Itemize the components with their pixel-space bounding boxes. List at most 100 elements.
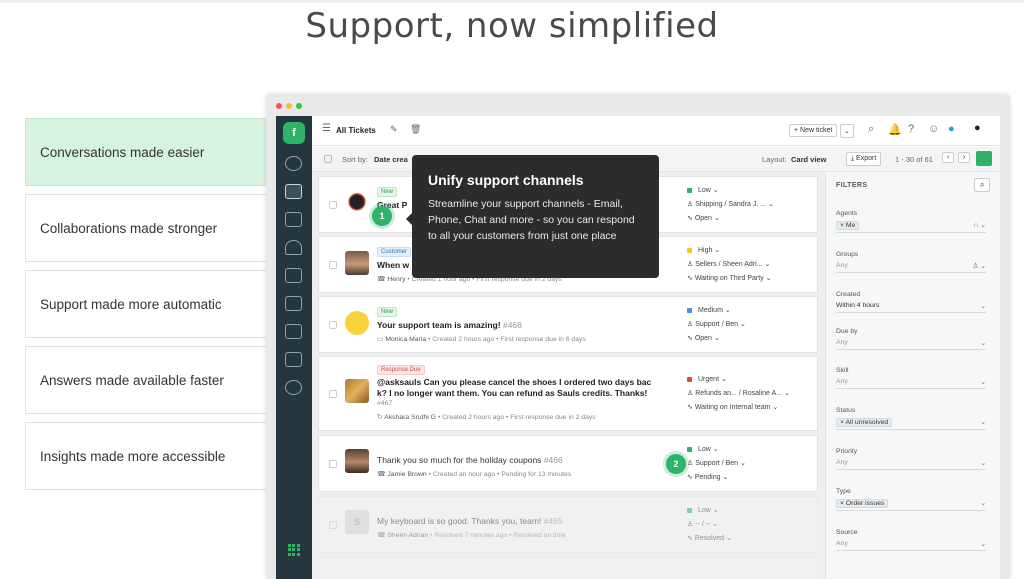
bell-icon[interactable]: 🔔 <box>888 123 902 136</box>
ticket-priority[interactable]: Low ⌄ <box>687 186 719 194</box>
ticket-checkbox[interactable] <box>329 201 337 209</box>
feature-tab-answers[interactable]: Answers made available faster <box>25 346 267 414</box>
sort-dropdown[interactable]: Date crea <box>374 155 408 164</box>
filter-chip[interactable]: × Order issues <box>836 499 889 508</box>
ticket-checkbox[interactable] <box>329 261 337 269</box>
filter-label: Priority <box>836 448 858 455</box>
ticket-status[interactable]: ∿ Resolved ⌄ <box>687 534 732 542</box>
agents-filter[interactable]: × Me ∩ ⌄ <box>836 221 986 233</box>
dashboard-icon[interactable] <box>285 156 302 171</box>
ticket-subject[interactable]: Your support team is amazing! #468 <box>377 320 522 330</box>
edit-icon[interactable]: ✎ <box>390 124 398 135</box>
feature-tab-collaborations[interactable]: Collaborations made stronger <box>25 194 267 262</box>
new-ticket-dropdown[interactable]: ⌄ <box>840 124 854 138</box>
ticket-subject[interactable]: When w <box>377 260 409 270</box>
source-filter[interactable]: Any ⌄ <box>836 540 986 551</box>
ticket-group[interactable]: ♙ Sellers / Sheen Adri... ⌄ <box>687 260 770 268</box>
filter-label: Type <box>836 488 851 495</box>
search-icon[interactable]: ⌕ <box>868 123 874 136</box>
ticket-status[interactable]: ∿ Waiting on Internal team ⌄ <box>687 403 778 411</box>
ticket-status[interactable]: ∿ Pending ⌄ <box>687 473 728 481</box>
reports-icon[interactable] <box>285 352 302 367</box>
ticket-group[interactable]: ♙ Support / Ben ⌄ <box>687 320 746 328</box>
export-button[interactable]: ⤓ Export <box>846 152 882 166</box>
ticket-checkbox[interactable] <box>329 521 337 529</box>
contacts-icon[interactable] <box>285 212 302 227</box>
avatar <box>345 191 369 215</box>
status-filter[interactable]: × All unresolved ⌄ <box>836 418 986 430</box>
type-filter[interactable]: × Order issues ⌄ <box>836 499 986 511</box>
ticket-checkbox[interactable] <box>329 460 337 468</box>
ticket-card[interactable]: Response Due @asksauls Can you please ca… <box>318 356 818 431</box>
avatar <box>345 251 369 275</box>
trash-icon[interactable]: 🗑 <box>410 124 421 135</box>
ticket-status[interactable]: ∿ Open ⌄ <box>687 214 720 222</box>
priority-filter[interactable]: Any ⌄ <box>836 459 986 470</box>
ticket-card[interactable]: S My keyboard is so good. Thanks you, te… <box>318 496 818 553</box>
ticket-card[interactable] <box>318 557 818 579</box>
created-filter[interactable]: Within 4 hours ⌄ <box>836 302 986 313</box>
feature-tab-insights[interactable]: Insights made more accessible <box>25 422 267 490</box>
ticket-id: #467 <box>377 400 393 407</box>
new-ticket-button[interactable]: + New ticket <box>789 124 838 137</box>
ticket-priority[interactable]: High ⌄ <box>687 246 720 254</box>
ticket-subject[interactable]: @asksauls Can you please cancel the shoe… <box>377 377 651 387</box>
ticket-meta: ↻ Akshara Sruthi G • Created 2 hours ago… <box>377 414 596 421</box>
ticket-priority[interactable]: Medium ⌄ <box>687 306 731 314</box>
filter-chip[interactable]: × Me <box>836 221 860 230</box>
admin-gear-icon[interactable] <box>285 380 302 395</box>
hotspot-badge-2[interactable]: 2 <box>666 454 686 474</box>
filter-label: Source <box>836 529 858 536</box>
social-icon[interactable] <box>285 240 302 255</box>
ticket-card[interactable]: New Your support team is amazing! #468 ▭… <box>318 296 818 353</box>
ticket-subject-line2[interactable]: k? I no longer want them. You can refund… <box>377 388 647 398</box>
window-zoom-dot <box>296 103 302 109</box>
ticket-priority[interactable]: Urgent ⌄ <box>687 375 727 383</box>
filters-panel: FILTERS ⌕ Agents × Me ∩ ⌄ Groups Any ♙ ⌄ C… <box>825 172 1000 579</box>
feature-tab-automation[interactable]: Support made more automatic <box>25 270 267 338</box>
prev-page-button[interactable]: ‹ <box>942 152 955 163</box>
hamburger-icon[interactable]: ☰ <box>322 123 331 134</box>
due-filter[interactable]: Any ⌄ <box>836 339 986 350</box>
ticket-checkbox[interactable] <box>329 321 337 329</box>
avatar <box>345 379 369 403</box>
help-icon[interactable]: ? <box>908 123 914 135</box>
next-page-button[interactable]: › <box>958 152 971 163</box>
layout-dropdown[interactable]: Card view <box>791 155 826 164</box>
apps-grid-icon[interactable] <box>288 544 300 556</box>
solutions-icon[interactable] <box>285 268 302 283</box>
tickets-icon[interactable] <box>285 184 302 199</box>
feature-label: Conversations made easier <box>40 144 205 160</box>
groups-filter[interactable]: Any ♙ ⌄ <box>836 262 986 273</box>
ticket-subject[interactable]: My keyboard is so good. Thanks you, team… <box>377 516 563 526</box>
ticket-group[interactable]: ♙ Support / Ben ⌄ <box>687 459 746 467</box>
avatar[interactable]: ● <box>974 122 981 134</box>
ticket-subject[interactable]: Thank you so much for the holiday coupon… <box>377 455 563 465</box>
ticket-group[interactable]: ♙ -- / -- ⌄ <box>687 520 718 528</box>
feature-tab-conversations[interactable]: Conversations made easier <box>25 118 267 186</box>
app-logo-icon[interactable]: f <box>283 122 305 144</box>
ticket-priority[interactable]: Low ⌄ <box>687 506 719 514</box>
assistant-icon[interactable]: ☺ <box>928 123 939 135</box>
filter-toggle-button[interactable] <box>976 151 992 166</box>
ticket-card[interactable]: Thank you so much for the holiday coupon… <box>318 435 818 492</box>
avatar <box>345 311 369 335</box>
select-all-checkbox[interactable] <box>324 155 332 163</box>
filter-chip[interactable]: × All unresolved <box>836 418 893 427</box>
filter-label: Status <box>836 407 856 414</box>
phone-icon[interactable] <box>285 324 302 339</box>
view-title: All Tickets <box>336 126 376 135</box>
skill-filter[interactable]: Any ⌄ <box>836 378 986 389</box>
ticket-priority[interactable]: Low ⌄ <box>687 445 719 453</box>
top-bar: ☰ All Tickets ✎ 🗑 + New ticket ⌄ ⌕ 🔔 ? ☺… <box>312 116 1000 146</box>
ticket-checkbox[interactable] <box>329 390 337 398</box>
hotspot-badge-1[interactable]: 1 <box>372 206 392 226</box>
status-icon[interactable]: ● <box>948 123 955 135</box>
forums-icon[interactable] <box>285 296 302 311</box>
ticket-status[interactable]: ∿ Open ⌄ <box>687 334 720 342</box>
filter-search-button[interactable]: ⌕ <box>974 178 991 192</box>
filters-heading: FILTERS <box>836 182 868 189</box>
ticket-group[interactable]: ♙ Shipping / Sandra J. ... ⌄ <box>687 200 774 208</box>
ticket-group[interactable]: ♙ Refunds an... / Rosaline A... ⌄ <box>687 389 790 397</box>
ticket-status[interactable]: ∿ Waiting on Third Party ⌄ <box>687 274 772 282</box>
